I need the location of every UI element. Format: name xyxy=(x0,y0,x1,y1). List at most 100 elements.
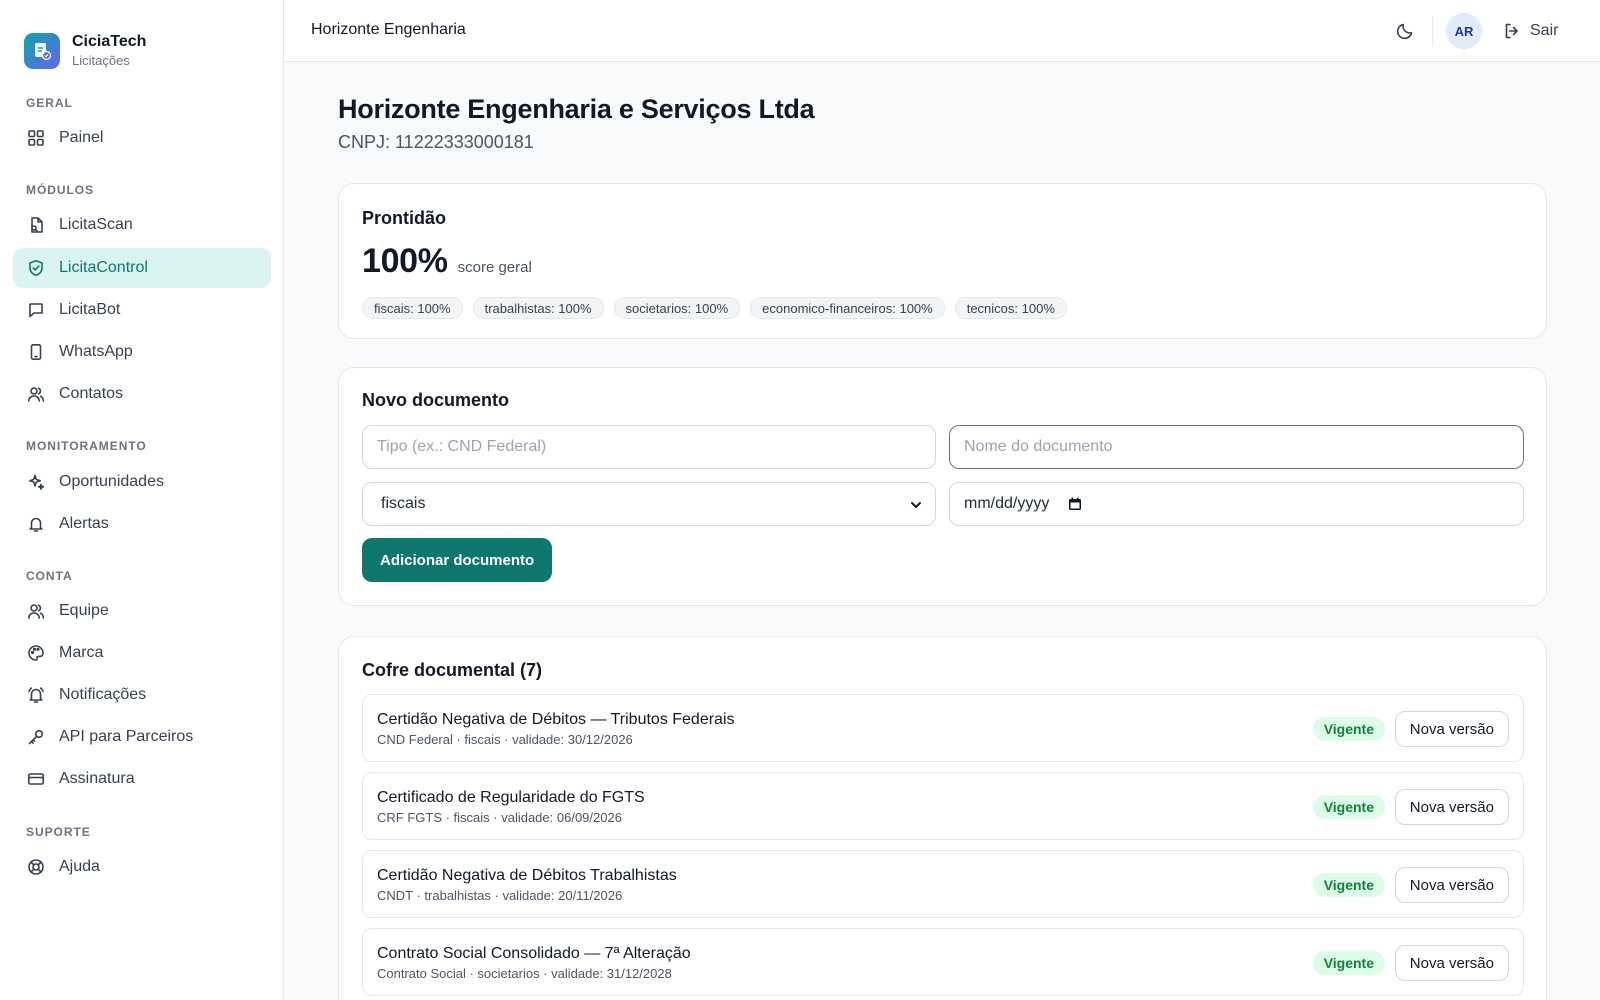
readiness-chip: trabalhistas: 100% xyxy=(472,297,604,319)
new-version-button[interactable]: Nova versão xyxy=(1394,711,1509,747)
palette-icon xyxy=(26,643,46,663)
company-cnpj: CNPJ: 11222333000181 xyxy=(338,132,534,152)
sidebar-item-marca[interactable]: Marca xyxy=(13,633,271,673)
bell-icon xyxy=(26,514,46,534)
topbar: Horizonte Engenharia AR Sair xyxy=(284,0,1600,62)
sidebar-item-painel[interactable]: Painel xyxy=(13,118,271,158)
file-scan-icon xyxy=(26,215,46,235)
sidebar-item-oportunidades[interactable]: Oportunidades xyxy=(13,462,271,502)
nav-section-conta: CONTA xyxy=(26,569,73,583)
add-document-button[interactable]: Adicionar documento xyxy=(362,538,553,582)
lifebuoy-icon xyxy=(26,857,46,877)
readiness-chip: societarios: 100% xyxy=(613,297,741,319)
document-meta: CNDT · trabalhistas · validade: 20/11/20… xyxy=(377,888,623,903)
sidebar-item-licitascan[interactable]: LicitaScan xyxy=(13,205,271,245)
status-badge: Vigente xyxy=(1312,951,1385,975)
brand[interactable]: CiciaTech Licitações xyxy=(0,0,283,80)
new-version-button[interactable]: Nova versão xyxy=(1394,789,1509,825)
readiness-card: Prontidão 100% score geral fiscais: 100%… xyxy=(338,183,1547,339)
document-meta: Contrato Social · societarios · validade… xyxy=(377,966,672,981)
new-document-title: Novo documento xyxy=(362,390,509,410)
list-item: Certificado de Regularidade do FGTS CRF … xyxy=(362,772,1524,840)
readiness-score: 100% xyxy=(362,242,448,280)
document-name-input[interactable]: Nome do documento xyxy=(949,425,1524,469)
sidebar-item-label: Notificações xyxy=(59,686,147,703)
vault-title: Cofre documental (7) xyxy=(362,660,543,680)
sidebar-item-alertas[interactable]: Alertas xyxy=(13,504,271,544)
readiness-chip: tecnicos: 100% xyxy=(954,297,1067,319)
document-vault-card: Cofre documental (7) Certidão Negativa d… xyxy=(338,636,1547,1000)
sidebar-item-notificacoes[interactable]: Notificações xyxy=(13,675,271,715)
nav-section-geral: GERAL xyxy=(26,96,73,110)
logout-label: Sair xyxy=(1530,22,1559,39)
grid-icon xyxy=(26,128,46,148)
nav-section-modulos: MÓDULOS xyxy=(26,183,95,197)
sidebar-item-contatos[interactable]: Contatos xyxy=(13,374,271,414)
new-version-button[interactable]: Nova versão xyxy=(1394,945,1509,981)
nav-section-monitoramento: MONITORAMENTO xyxy=(26,439,147,453)
sidebar-item-label: API para Parceiros xyxy=(59,728,194,745)
readiness-chips: fiscais: 100% trabalhistas: 100% societa… xyxy=(362,297,1067,319)
document-title: Certidão Negativa de Débitos Trabalhista… xyxy=(377,867,677,884)
chat-icon xyxy=(26,300,46,320)
logout-icon xyxy=(1505,23,1518,39)
main-content: Horizonte Engenharia e Serviços Ltda CNP… xyxy=(284,62,1600,1000)
sidebar-item-label: LicitaScan xyxy=(59,216,133,233)
sidebar-item-label: Alertas xyxy=(59,515,109,532)
document-title: Certificado de Regularidade do FGTS xyxy=(377,789,645,806)
sidebar-item-label: LicitaBot xyxy=(59,301,121,318)
brand-name: CiciaTech xyxy=(72,33,147,50)
header-divider xyxy=(1432,16,1433,46)
document-title: Contrato Social Consolidado — 7ª Alteraç… xyxy=(377,945,691,962)
readiness-chip: economico-financeiros: 100% xyxy=(750,297,945,319)
key-icon xyxy=(26,727,46,747)
date-placeholder: mm/dd/yyyy xyxy=(964,495,1050,512)
sidebar-item-label: Contatos xyxy=(59,385,124,402)
readiness-score-label: score geral xyxy=(457,259,532,276)
status-badge: Vigente xyxy=(1312,873,1385,897)
document-type-input[interactable]: Tipo (ex.: CND Federal) xyxy=(362,425,936,469)
new-version-button[interactable]: Nova versão xyxy=(1394,867,1509,903)
avatar[interactable]: AR xyxy=(1446,13,1482,49)
bell-ring-icon xyxy=(26,685,46,705)
header-title: Horizonte Engenharia xyxy=(311,21,466,38)
logout-button[interactable]: Sair xyxy=(1503,18,1558,44)
phone-icon xyxy=(26,342,46,362)
readiness-title: Prontidão xyxy=(362,208,446,228)
status-badge: Vigente xyxy=(1312,717,1385,741)
document-title: Certidão Negativa de Débitos — Tributos … xyxy=(377,711,735,728)
document-category-select[interactable]: fiscais xyxy=(362,482,936,526)
theme-toggle-moon-icon[interactable] xyxy=(1392,18,1418,44)
sidebar-item-label: Marca xyxy=(59,644,104,661)
new-document-card: Novo documento Tipo (ex.: CND Federal) N… xyxy=(338,367,1547,606)
sidebar-item-licitabot[interactable]: LicitaBot xyxy=(13,290,271,330)
document-category-value: fiscais xyxy=(381,495,426,512)
users-icon xyxy=(26,384,46,404)
readiness-chip: fiscais: 100% xyxy=(362,297,463,319)
sidebar-item-licitacontrol[interactable]: LicitaControl xyxy=(13,248,271,288)
sidebar-item-label: Ajuda xyxy=(59,858,100,875)
sidebar-item-whatsapp[interactable]: WhatsApp xyxy=(13,332,271,372)
sidebar-item-label: WhatsApp xyxy=(59,343,133,360)
sidebar-item-api-parceiros[interactable]: API para Parceiros xyxy=(13,717,271,757)
sidebar-item-equipe[interactable]: Equipe xyxy=(13,591,271,631)
shield-check-icon xyxy=(26,258,46,278)
calendar-icon[interactable] xyxy=(1067,496,1083,512)
page-title: Horizonte Engenharia e Serviços Ltda xyxy=(338,94,815,124)
sparkles-icon xyxy=(26,472,46,492)
list-item: Certidão Negativa de Débitos Trabalhista… xyxy=(362,850,1524,918)
sidebar-item-label: Equipe xyxy=(59,602,109,619)
list-item: Certidão Negativa de Débitos — Tributos … xyxy=(362,694,1524,762)
brand-subtitle: Licitações xyxy=(72,53,130,68)
list-item: Contrato Social Consolidado — 7ª Alteraç… xyxy=(362,928,1524,996)
sidebar-item-label: Oportunidades xyxy=(59,473,164,490)
sidebar-item-ajuda[interactable]: Ajuda xyxy=(13,847,271,887)
document-meta: CRF FGTS · fiscais · validade: 06/09/202… xyxy=(377,810,622,825)
sidebar-item-label: Painel xyxy=(59,129,104,146)
users-icon xyxy=(26,601,46,621)
sidebar-item-label: Assinatura xyxy=(59,770,135,787)
sidebar: CiciaTech Licitações GERAL Painel MÓDULO… xyxy=(0,0,284,1000)
document-expiry-date-input[interactable]: mm/dd/yyyy xyxy=(949,482,1524,526)
sidebar-item-label: LicitaControl xyxy=(59,259,148,276)
sidebar-item-assinatura[interactable]: Assinatura xyxy=(13,759,271,799)
